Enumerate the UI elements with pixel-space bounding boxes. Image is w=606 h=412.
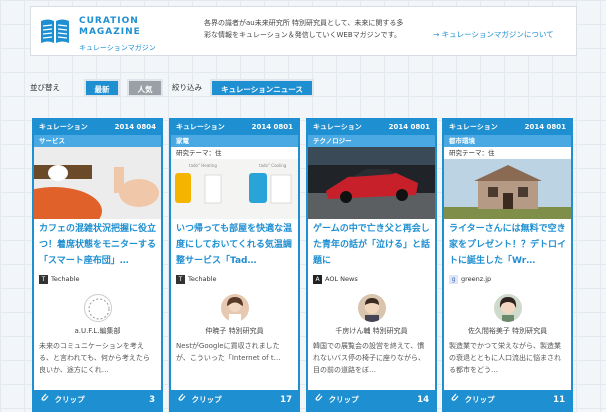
sort-label: 並び替え	[30, 83, 60, 92]
narrow-label: 絞り込み	[172, 83, 202, 92]
author-name[interactable]: a.U.F.L.編集部	[34, 326, 161, 336]
article-title[interactable]: カフェの混雑状況把握に役立つ！着席状態をモニターする「スマート座布団」…	[34, 219, 161, 272]
source-name: Techable	[188, 275, 217, 283]
about-link[interactable]: → キュレーションマガジンについて	[433, 29, 554, 40]
logo-title[interactable]: CURATION MAGAZINE	[79, 16, 141, 38]
card-header: キュレーション 2014 0804	[34, 120, 161, 135]
clip-button[interactable]: クリップ 11	[444, 390, 571, 410]
article-title[interactable]: ライターさんには無料で空き家をプレゼント！？デトロイトに誕生した「Wr…	[444, 219, 571, 272]
article-title[interactable]: いつ帰っても部屋を快適な温度にしておいてくれる気温調整サービス「Tad…	[171, 219, 298, 272]
card-date: 2014 0801	[524, 123, 566, 131]
research-theme: 研究テーマ：住	[176, 149, 222, 157]
article-thumbnail[interactable]	[34, 147, 161, 219]
author-avatar[interactable]	[220, 294, 249, 322]
article-thumbnail[interactable]	[444, 159, 571, 219]
paperclip-icon	[177, 390, 186, 410]
site-header: CURATION MAGAZINE キュレーションマガジン 各界の識者がau未来…	[30, 6, 577, 56]
source-icon: T	[39, 274, 48, 284]
card-header: キュレーション 2014 0801	[308, 120, 435, 135]
source-icon: T	[176, 274, 185, 284]
category-label[interactable]: 都市環境	[444, 135, 571, 147]
card-date: 2014 0801	[388, 123, 430, 131]
source-icon: A	[313, 274, 322, 284]
article-excerpt: NestがGoogleに買収されましたが、こういった「Internet of t…	[176, 342, 281, 362]
author-name[interactable]: 佐久間裕美子 特別研究員	[444, 326, 571, 336]
clip-label: クリップ	[54, 395, 85, 404]
clip-count: 17	[280, 395, 292, 405]
card-type: キュレーション	[449, 123, 498, 131]
clip-label: クリップ	[328, 395, 359, 404]
card-type: キュレーション	[39, 123, 88, 131]
article-card[interactable]: キュレーション 2014 0801 都市環境 研究テーマ：住 ライターさんには無…	[442, 118, 573, 412]
narrow-curation-news-button[interactable]: キュレーションニュース	[210, 79, 314, 97]
svg-text:tado° Heating: tado° Heating	[189, 163, 217, 168]
category-label[interactable]: サービス	[34, 135, 161, 147]
source-name: Techable	[51, 275, 80, 283]
author-avatar[interactable]	[357, 294, 386, 322]
paperclip-icon	[450, 390, 459, 410]
clip-label: クリップ	[191, 395, 222, 404]
source-icon: g	[449, 274, 458, 284]
clip-label: クリップ	[464, 395, 495, 404]
card-header: キュレーション 2014 0801	[171, 120, 298, 135]
card-date: 2014 0801	[251, 123, 293, 131]
clip-count: 14	[417, 395, 429, 405]
article-source: T Techable	[34, 272, 161, 286]
card-date: 2014 0804	[114, 123, 156, 131]
article-excerpt: 製造業でかつて栄えながら、製造業の衰退とともに人口流出に悩まされる都市をどう…	[449, 342, 561, 374]
author-avatar[interactable]	[83, 294, 112, 322]
article-source: A AOL News	[308, 272, 435, 286]
category-label[interactable]: 家電	[171, 135, 298, 147]
book-logo-icon[interactable]	[39, 16, 71, 46]
clip-button[interactable]: クリップ 3	[34, 390, 161, 410]
article-card[interactable]: キュレーション 2014 0801 家電 研究テーマ：住 tado° Heati…	[169, 118, 300, 412]
logo-subtitle: キュレーションマガジン	[79, 44, 156, 52]
article-card[interactable]: キュレーション 2014 0801 テクノロジー ゲームの中で亡き父と再会した青…	[306, 118, 437, 412]
svg-text:tado° Cooling: tado° Cooling	[259, 163, 287, 168]
clip-button[interactable]: クリップ 14	[308, 390, 435, 410]
clip-count: 3	[149, 395, 155, 405]
author-avatar[interactable]	[493, 294, 522, 322]
paperclip-icon	[314, 390, 323, 410]
clip-count: 11	[553, 395, 565, 405]
source-name: AOL News	[325, 275, 358, 283]
paperclip-icon	[40, 390, 49, 410]
card-type: キュレーション	[176, 123, 225, 131]
sort-popular-button[interactable]: 人気	[127, 79, 163, 97]
author-name[interactable]: 仲暁子 特別研究員	[171, 326, 298, 336]
sort-new-button[interactable]: 最新	[84, 79, 120, 97]
author-name[interactable]: 千房けん輔 特別研究員	[308, 326, 435, 336]
research-theme: 研究テーマ：住	[449, 149, 495, 157]
card-header: キュレーション 2014 0801	[444, 120, 571, 135]
category-label[interactable]: テクノロジー	[308, 135, 435, 147]
article-excerpt: 韓国での展覧会の設営を終えて、慣れないバス停の椅子に座りながら、目の前の道路をぼ…	[313, 342, 425, 374]
clip-button[interactable]: クリップ 17	[171, 390, 298, 410]
article-title[interactable]: ゲームの中で亡き父と再会した青年の話が「泣ける」と話題に	[308, 219, 435, 272]
article-excerpt: 未来のコミュニケーションを考える、と言われても、何から考えたら良いか、途方にくれ…	[39, 342, 150, 374]
article-thumbnail[interactable]	[308, 147, 435, 219]
article-card[interactable]: キュレーション 2014 0804 サービス カフェの混雑状況把握に役立つ！着席…	[32, 118, 163, 412]
source-name: greenz.jp	[461, 275, 492, 283]
article-source: g greenz.jp	[444, 272, 571, 286]
card-type: キュレーション	[313, 123, 362, 131]
site-description: 各界の識者がau未来研究所 特別研究員として、未来に関する多彩な情報をキュレーシ…	[204, 19, 404, 39]
article-source: T Techable	[171, 272, 298, 286]
article-thumbnail[interactable]: tado° Heating tado° Cooling	[171, 159, 298, 219]
